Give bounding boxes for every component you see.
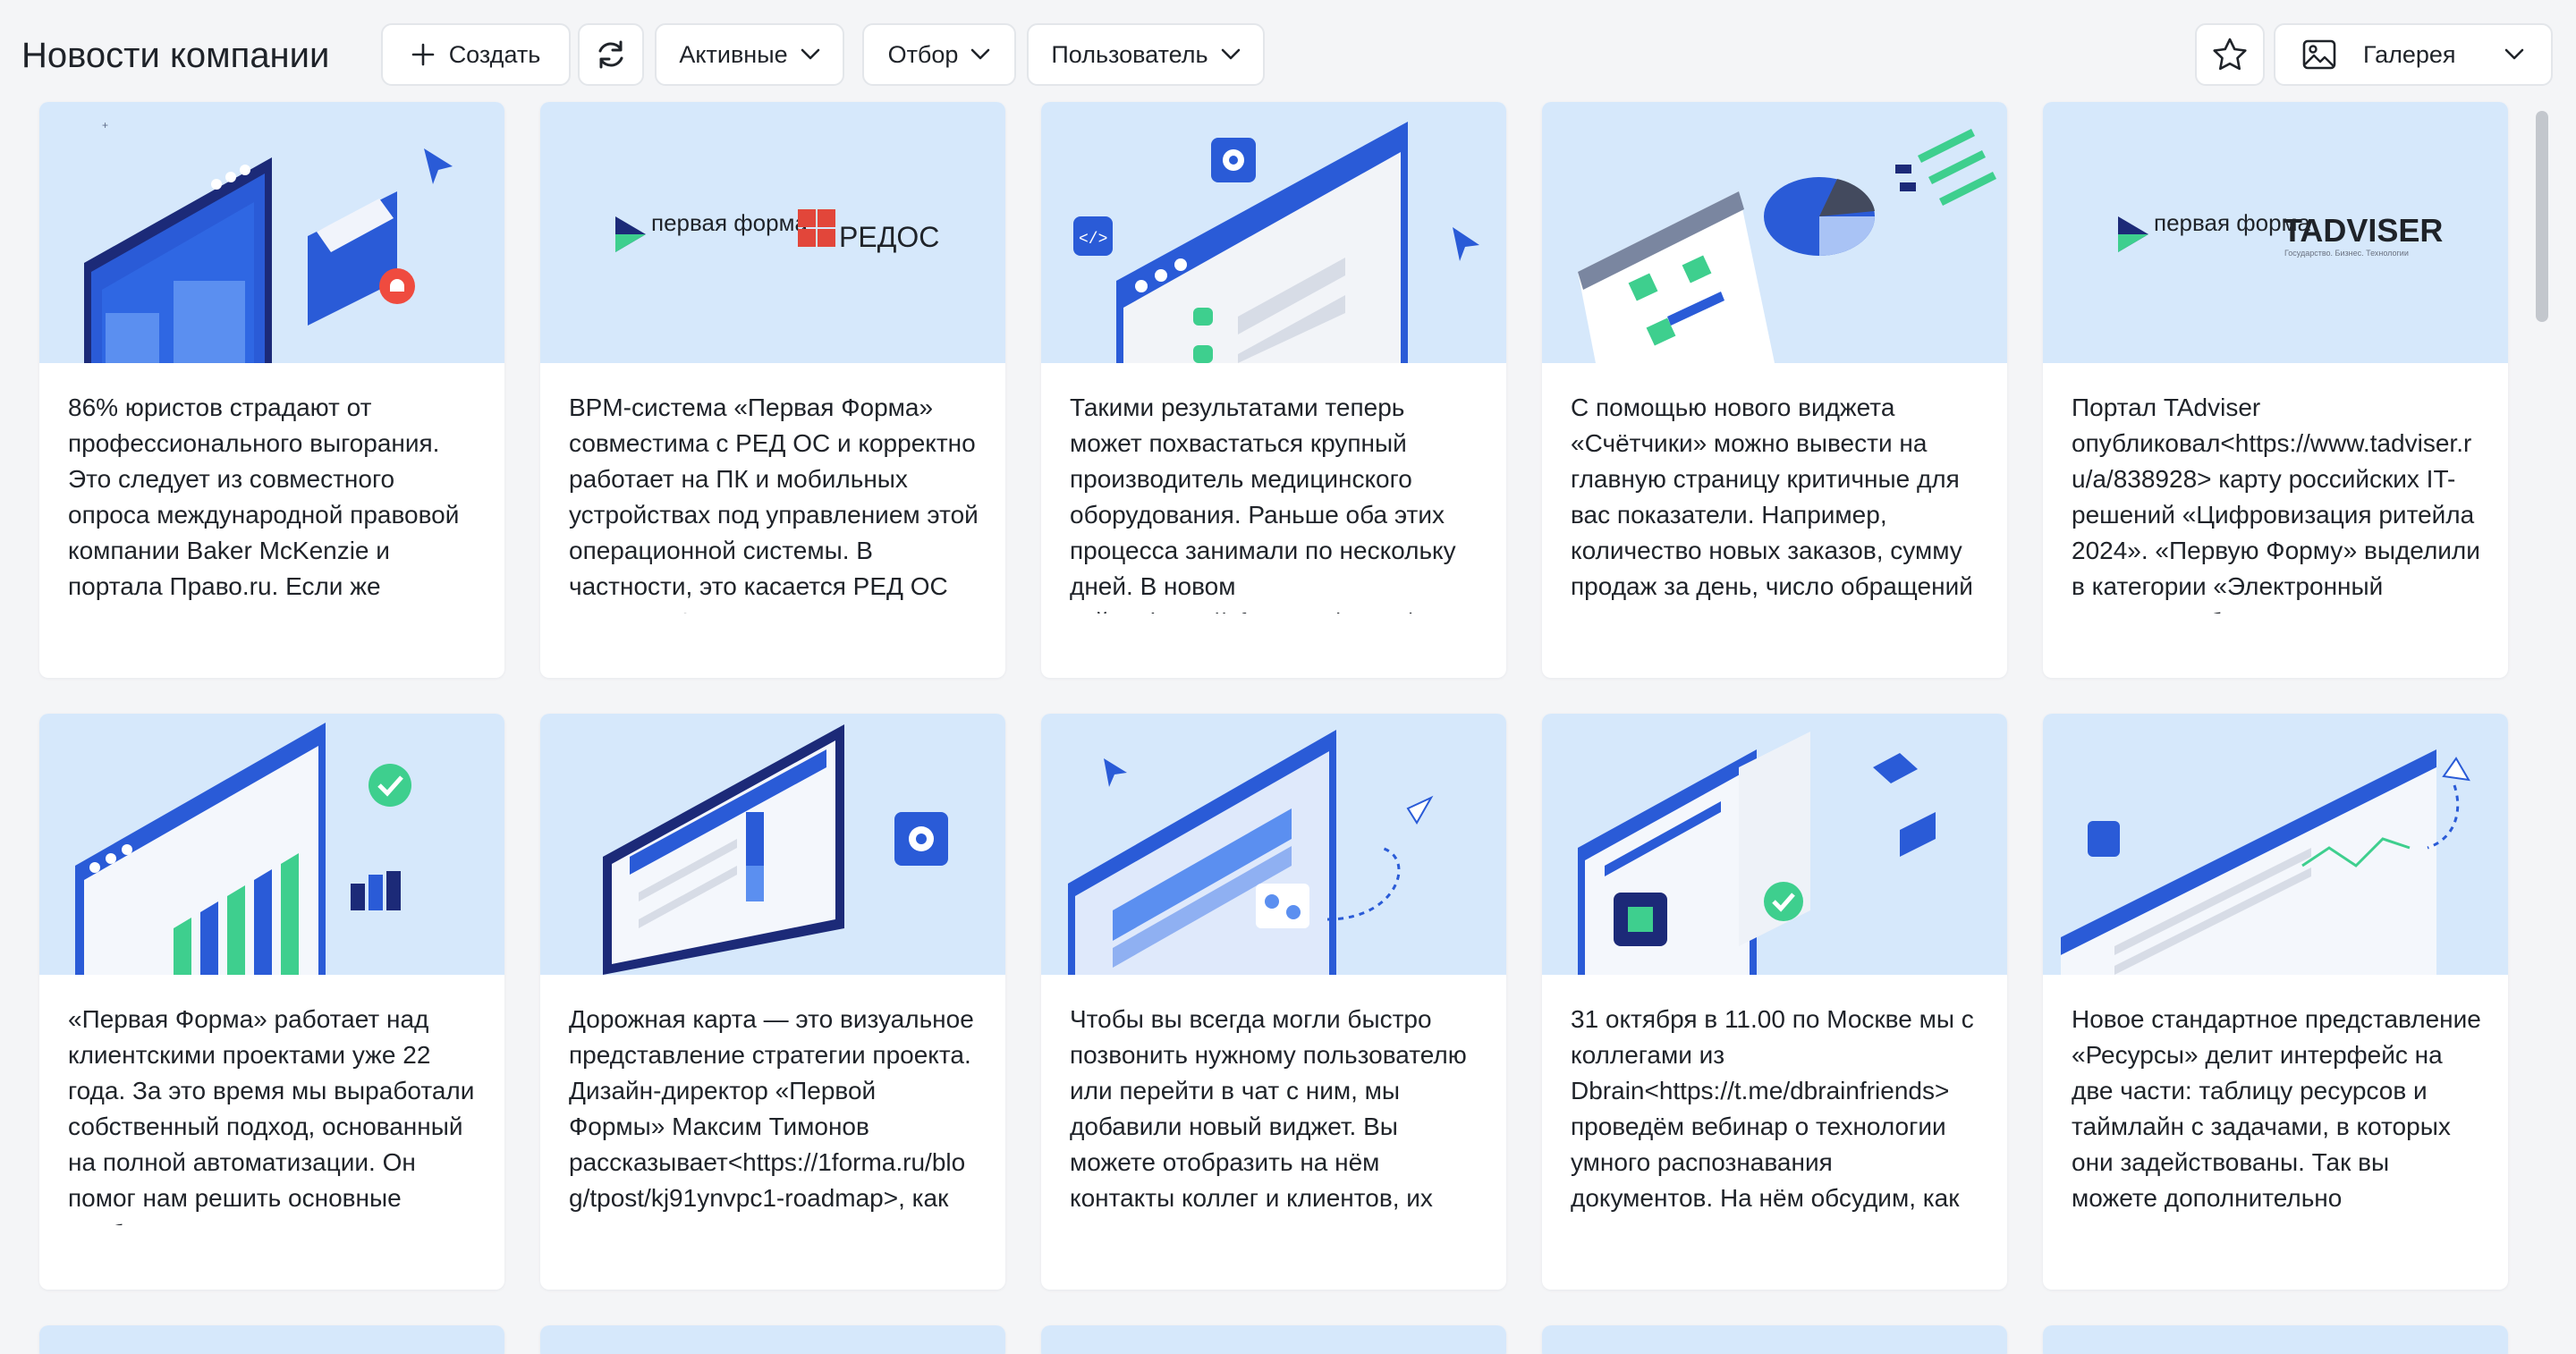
card-image (1542, 1325, 2007, 1354)
news-card[interactable]: первая форма РЕДОС BPM-система «Первая Ф… (540, 102, 1005, 678)
active-filter-dropdown[interactable]: Активные (655, 23, 844, 86)
chevron-down-icon (2504, 48, 2524, 60)
create-button-label: Создать (448, 40, 541, 68)
card-text: 86% юристов страдают от профессиональног… (68, 394, 460, 614)
chevron-down-icon (971, 48, 990, 60)
news-card[interactable]: Новое стандартное представление «Ресурсы… (2043, 714, 2508, 1290)
svg-text:+: + (102, 119, 108, 131)
favorite-button[interactable] (2195, 23, 2265, 86)
view-mode-label: Галерея (2363, 40, 2456, 68)
card-image (1041, 714, 1506, 975)
card-text: Такими результатами теперь может похваст… (1070, 394, 1456, 614)
active-filter-label: Активные (679, 40, 788, 68)
card-image (2043, 714, 2508, 975)
card-text: 31 октября в 11.00 по Москве мы с коллег… (1571, 1005, 1974, 1225)
svg-text:</>: </> (1079, 231, 1107, 249)
logo-redos: РЕДОС (839, 221, 939, 253)
news-card[interactable] (540, 1325, 1005, 1354)
logo-tadviser: TADVISER (2283, 212, 2443, 249)
refresh-icon (598, 40, 623, 69)
card-image: + (39, 102, 504, 363)
card-image (1542, 102, 2007, 363)
selection-filter-label: Отбор (887, 40, 959, 68)
user-filter-label: Пользователь (1051, 40, 1208, 68)
card-text: Дорожная карта — это визуальное представ… (569, 1005, 974, 1225)
news-card[interactable]: первая форма TADVISER Государство. Бизне… (2043, 102, 2508, 678)
news-card[interactable]: Дорожная карта — это визуальное представ… (540, 714, 1005, 1290)
selection-filter-dropdown[interactable]: Отбор (862, 23, 1016, 86)
card-text: Портал TAdviser опубликовал<https://www.… (2072, 394, 2480, 614)
news-card[interactable] (2043, 1325, 2508, 1354)
chevron-down-icon (801, 48, 819, 60)
refresh-button[interactable] (578, 23, 644, 86)
card-text: «Первая Форма» работает над клиентскими … (68, 1005, 475, 1225)
news-card[interactable]: Чтобы вы всегда могли быстро позвонить н… (1041, 714, 1506, 1290)
news-card[interactable] (1542, 1325, 2007, 1354)
card-text: Новое стандартное представление «Ресурсы… (2072, 1005, 2481, 1225)
card-image (39, 1325, 504, 1354)
card-image: </> (1041, 102, 1506, 363)
card-image: первая форма РЕДОС (540, 102, 1005, 363)
chevron-down-icon (1221, 48, 1240, 60)
card-image (1041, 1325, 1506, 1354)
card-image (39, 714, 504, 975)
page-title: Новости компании (21, 36, 330, 75)
news-card[interactable]: С помощью нового виджета «Счётчики» можн… (1542, 102, 2007, 678)
news-card[interactable]: 31 октября в 11.00 по Москве мы с коллег… (1542, 714, 2007, 1290)
plus-icon (411, 43, 434, 66)
scrollbar-thumb[interactable] (2536, 111, 2548, 322)
logo-tadviser-tagline: Государство. Бизнес. Технологии (2284, 249, 2409, 258)
view-mode-dropdown[interactable]: Галерея (2274, 23, 2553, 86)
vertical-scrollbar[interactable] (2533, 102, 2551, 1354)
toolbar: Новости компании Создать Активные Отбор … (0, 0, 2576, 107)
logo-pervaya-forma: первая форма (651, 209, 808, 236)
news-card[interactable]: «Первая Форма» работает над клиентскими … (39, 714, 504, 1290)
card-image: первая форма TADVISER Государство. Бизне… (2043, 102, 2508, 363)
user-filter-dropdown[interactable]: Пользователь (1027, 23, 1265, 86)
news-card[interactable]: </> Такими результатами теперь может пох… (1041, 102, 1506, 678)
star-icon (2213, 38, 2247, 71)
card-image (1542, 714, 2007, 975)
card-text: Чтобы вы всегда могли быстро позвонить н… (1070, 1005, 1467, 1225)
card-image (540, 714, 1005, 975)
card-image (2043, 1325, 2508, 1354)
create-button[interactable]: Создать (381, 23, 571, 86)
card-text: BPM-система «Первая Форма» совместима с … (569, 394, 979, 614)
news-card[interactable] (1041, 1325, 1506, 1354)
card-text: С помощью нового виджета «Счётчики» можн… (1571, 394, 1973, 614)
news-card[interactable]: + 86% юристов страдают от профессиональн… (39, 102, 504, 678)
card-image (540, 1325, 1005, 1354)
news-card[interactable] (39, 1325, 504, 1354)
image-icon (2302, 39, 2336, 70)
